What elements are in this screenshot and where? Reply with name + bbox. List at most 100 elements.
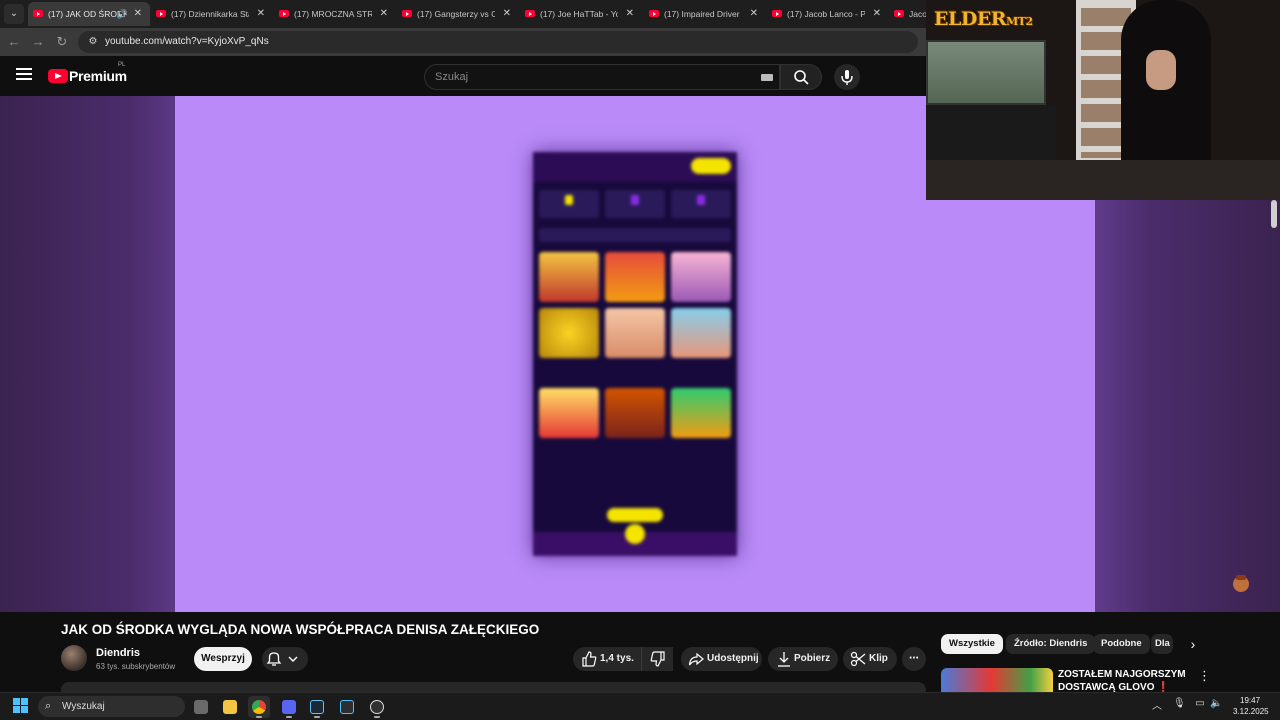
youtube-favicon-icon: [894, 10, 904, 17]
close-icon[interactable]: ✕: [134, 2, 142, 26]
forward-icon[interactable]: →: [29, 33, 47, 51]
steam-icon[interactable]: [306, 696, 328, 718]
browser-tab[interactable]: (17) MROCZNA STRONA ✕: [274, 2, 396, 26]
youtube-logo-icon: [48, 69, 68, 83]
phone-tab: [605, 190, 665, 218]
description-box[interactable]: [61, 682, 926, 692]
recommended-video-title[interactable]: ZOSTAŁEM NAJGORSZYM DOSTAWCĄ GLOVO ❗: [1058, 668, 1193, 694]
youtube-favicon-icon: [33, 10, 43, 17]
browser-tab[interactable]: (17) Dziennikarka Stan ✕: [151, 2, 273, 26]
task-view-icon[interactable]: [190, 696, 212, 718]
webcam-overlay: ELDERMT2: [926, 0, 1280, 200]
browser-tab[interactable]: (17) Gangsterzy vs Ch ✕: [397, 2, 519, 26]
tab-search-button[interactable]: ⌄: [4, 4, 24, 24]
microphone-icon[interactable]: 🎙: [1173, 698, 1186, 712]
webcam-desk: [926, 160, 1280, 200]
logo-word: ELDER: [934, 8, 1007, 30]
url-field[interactable]: ⚙ youtube.com/watch?v=KyjoXvP_qNs: [78, 31, 918, 53]
game-tile: [671, 388, 731, 438]
logo-suffix: MT2: [1006, 15, 1033, 28]
browser-tab[interactable]: (17) Joe HaTTab - You ✕: [520, 2, 642, 26]
voice-search-button[interactable]: [834, 64, 860, 90]
chip-for-you[interactable]: Dla: [1151, 634, 1173, 654]
search-icon: ⌕: [45, 700, 52, 712]
channel-avatar[interactable]: [61, 645, 87, 671]
game-tile: [539, 308, 599, 358]
taskbar-search-input[interactable]: ⌕ Wyszukaj: [38, 696, 185, 717]
youtube-favicon-icon: [525, 10, 535, 17]
keyboard-icon[interactable]: [761, 74, 773, 81]
page-scrollbar[interactable]: [1271, 200, 1277, 228]
browser-tab[interactable]: Jaco: [889, 2, 926, 26]
streamer-logo: ELDERMT2: [934, 8, 1033, 30]
tab-title: (17) Joe HaTTab - You: [540, 9, 618, 19]
share-button[interactable]: Udostępnij: [681, 647, 762, 671]
chip-all[interactable]: Wszystkie: [941, 634, 1003, 654]
xbox-app-icon[interactable]: [336, 696, 358, 718]
clip-label: Klip: [869, 653, 888, 664]
file-explorer-icon[interactable]: [219, 696, 241, 718]
tray-chevron-up-icon[interactable]: ︿: [1152, 697, 1162, 712]
search-placeholder: Szukaj: [435, 71, 469, 83]
close-icon[interactable]: ✕: [380, 2, 388, 26]
channel-name[interactable]: Diendris: [96, 647, 140, 659]
video-title: JAK OD ŚRODKA WYGLĄDA NOWA WSPÓŁPRACA DE…: [61, 622, 540, 637]
webcam-cabinet: [926, 105, 1056, 160]
browser-tab[interactable]: (17) Impaired Driver ✕: [644, 2, 766, 26]
network-icon[interactable]: ▭: [1194, 698, 1206, 712]
windows-start-icon[interactable]: [13, 698, 29, 714]
discord-icon[interactable]: [278, 696, 300, 718]
video-info-section: JAK OD ŚRODKA WYGLĄDA NOWA WSPÓŁPRACA DE…: [0, 612, 1280, 694]
recommended-video-thumbnail[interactable]: [941, 668, 1053, 692]
youtube-favicon-icon: [649, 10, 659, 17]
scissors-icon: [850, 651, 866, 667]
close-icon[interactable]: ✕: [750, 2, 758, 26]
menu-icon[interactable]: [16, 68, 32, 82]
clock-time[interactable]: 19:47: [1240, 696, 1260, 705]
notification-button[interactable]: [262, 647, 308, 671]
download-button[interactable]: Pobierz: [768, 647, 838, 671]
dislike-button[interactable]: [641, 647, 673, 671]
search-button[interactable]: [780, 64, 822, 90]
chip-similar[interactable]: Podobne: [1093, 634, 1150, 654]
volume-icon[interactable]: 🔈: [1210, 698, 1222, 712]
back-icon[interactable]: ←: [5, 33, 23, 51]
youtube-favicon-icon: [772, 10, 782, 17]
logo-text: Premium: [69, 68, 127, 84]
youtube-favicon-icon: [279, 10, 289, 17]
close-icon[interactable]: ✕: [626, 2, 634, 26]
game-tile: [605, 308, 665, 358]
search-icon: [794, 70, 809, 85]
thumbs-down-icon: [650, 651, 665, 667]
game-tile: [539, 252, 599, 302]
clip-button[interactable]: Klip: [843, 647, 897, 671]
chevron-right-icon[interactable]: ›: [1184, 634, 1202, 654]
clock-date[interactable]: 3.12.2025: [1233, 707, 1269, 716]
phone-note-blur: [543, 484, 727, 506]
webcam-aquarium: [926, 40, 1046, 105]
more-actions-icon[interactable]: ⋯: [902, 647, 926, 671]
support-button[interactable]: Wesprzyj: [194, 647, 252, 671]
overlay-avatar-icon: [1230, 571, 1252, 593]
taskbar-search-placeholder: Wyszukaj: [62, 701, 105, 712]
obs-icon[interactable]: [366, 696, 388, 718]
youtube-favicon-icon: [402, 10, 412, 17]
kebab-menu-icon[interactable]: ⋮: [1198, 668, 1211, 684]
chrome-icon[interactable]: [248, 696, 270, 718]
webcam-arm: [1146, 50, 1176, 90]
site-info-icon[interactable]: ⚙: [86, 35, 100, 49]
audio-icon[interactable]: 🔊: [117, 2, 128, 26]
reload-icon[interactable]: ↻: [53, 33, 71, 51]
share-label: Udostępnij: [707, 653, 759, 664]
close-icon[interactable]: ✕: [873, 2, 881, 26]
phone-tab: [539, 190, 599, 218]
browser-tab-active[interactable]: (17) JAK OD ŚRODKA 🔊 ✕: [28, 2, 150, 26]
url-text: youtube.com/watch?v=KyjoXvP_qNs: [105, 36, 269, 47]
close-icon[interactable]: ✕: [257, 2, 265, 26]
thumbs-up-icon: [582, 651, 597, 667]
search-input[interactable]: Szukaj: [424, 64, 780, 90]
download-icon: [778, 652, 790, 667]
chip-source[interactable]: Źródło: Diendris: [1006, 634, 1096, 654]
browser-tab[interactable]: (17) Jacob Lanco - Po ✕: [767, 2, 889, 26]
close-icon[interactable]: ✕: [503, 2, 511, 26]
